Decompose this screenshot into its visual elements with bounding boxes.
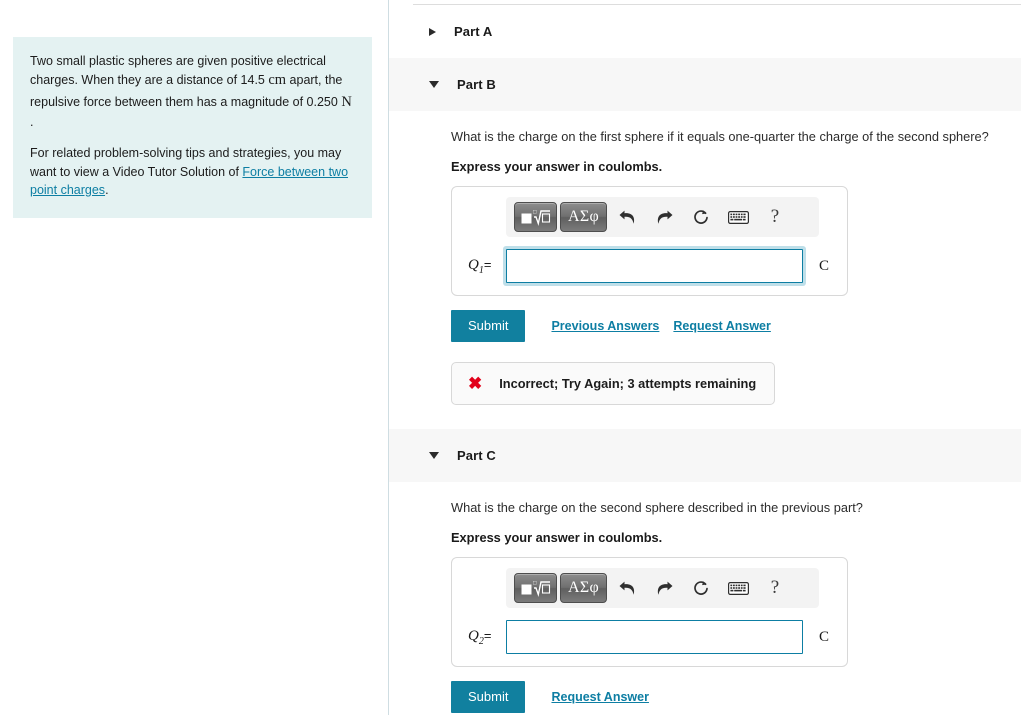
part-a-section: Part A [389,5,1021,58]
part-b-title: Part B [457,77,496,92]
problem-paragraph-1: Two small plastic spheres are given posi… [30,52,355,131]
part-b-previous-answers-link[interactable]: Previous Answers [551,319,659,333]
keyboard-icon[interactable] [721,203,755,231]
parts-panel: Part A Part B What is the charge on the … [389,0,1021,715]
x-mark-icon: ✖ [468,374,483,393]
part-b-section: Part B What is the charge on the first s… [389,58,1021,429]
tips-text-end: . [105,183,109,198]
part-b-bottom-spacer [451,405,1021,429]
part-b-feedback-text: Incorrect; Try Again; 3 attempts remaini… [499,376,757,391]
part-c-instruction: Express your answer in coulombs. [451,530,663,545]
part-c-variable: Q [468,627,479,644]
part-c-input-row: Q2= C [464,620,835,654]
part-b-equals: = [483,256,492,272]
svg-text:□: □ [533,580,537,586]
caret-down-icon [429,452,439,459]
part-b-question: What is the charge on the first sphere i… [451,129,989,144]
redo-arrow-icon[interactable] [647,574,681,602]
part-b-header[interactable]: Part B [389,58,1021,111]
part-c-answer-box: □ ΑΣφ ? Q2= C [451,557,848,667]
part-b-body: What is the charge on the first sphere i… [389,129,1021,429]
part-b-submit-button[interactable]: Submit [451,310,526,342]
undo-arrow-icon[interactable] [610,203,644,231]
part-c-section: Part C What is the charge on the second … [389,429,1021,715]
caret-down-icon [429,81,439,88]
math-template-button[interactable]: □ [514,202,557,232]
svg-text:□: □ [533,209,537,215]
part-c-equals: = [483,627,492,643]
caret-right-icon [429,27,436,36]
math-template-button[interactable]: □ [514,573,557,603]
part-c-math-toolbar: □ ΑΣφ ? [506,568,819,608]
part-c-submit-button[interactable]: Submit [451,681,526,713]
help-question-mark-icon[interactable]: ? [758,574,792,602]
problem-text-part-3: . [30,115,34,129]
part-c-actions: Submit Request Answer [451,681,1021,713]
part-c-header[interactable]: Part C [389,429,1021,482]
part-b-variable-label: Q1= [464,257,506,276]
part-c-answer-input[interactable] [506,620,803,654]
page-root: Two small plastic spheres are given posi… [0,0,1021,715]
part-c-request-answer-link[interactable]: Request Answer [551,690,648,704]
reset-circular-arrow-icon[interactable] [684,203,718,231]
part-b-answer-box: □ ΑΣφ ? Q1= C [451,186,848,296]
undo-arrow-icon[interactable] [610,574,644,602]
redo-arrow-icon[interactable] [647,203,681,231]
part-b-request-answer-link[interactable]: Request Answer [673,319,770,333]
problem-info-box: Two small plastic spheres are given posi… [13,37,372,218]
part-b-input-row: Q1= C [464,249,835,283]
unit-cm: cm [268,72,287,89]
problem-paragraph-2: For related problem-solving tips and str… [30,144,355,199]
problem-statement-panel: Two small plastic spheres are given posi… [0,0,389,715]
part-b-actions: Submit Previous Answers Request Answer [451,310,1021,342]
part-a-header[interactable]: Part A [389,5,1021,58]
greek-letters-button[interactable]: ΑΣφ [560,573,608,603]
part-c-body: What is the charge on the second sphere … [389,500,1021,715]
part-b-answer-input[interactable] [506,249,803,283]
part-c-variable-label: Q2= [464,628,506,647]
part-b-instruction: Express your answer in coulombs. [451,159,663,174]
help-question-mark-icon[interactable]: ? [758,203,792,231]
unit-newton: N [341,93,352,110]
part-c-unit-label: C [818,628,829,645]
part-b-math-toolbar: □ ΑΣφ ? [506,197,819,237]
part-c-title: Part C [457,448,496,463]
part-b-feedback-banner: ✖ Incorrect; Try Again; 3 attempts remai… [451,362,776,405]
part-b-variable: Q [468,256,479,273]
reset-circular-arrow-icon[interactable] [684,574,718,602]
part-c-question: What is the charge on the second sphere … [451,500,863,515]
part-a-title: Part A [454,24,493,39]
part-b-unit-label: C [818,257,829,274]
greek-letters-button[interactable]: ΑΣφ [560,202,608,232]
keyboard-icon[interactable] [721,574,755,602]
